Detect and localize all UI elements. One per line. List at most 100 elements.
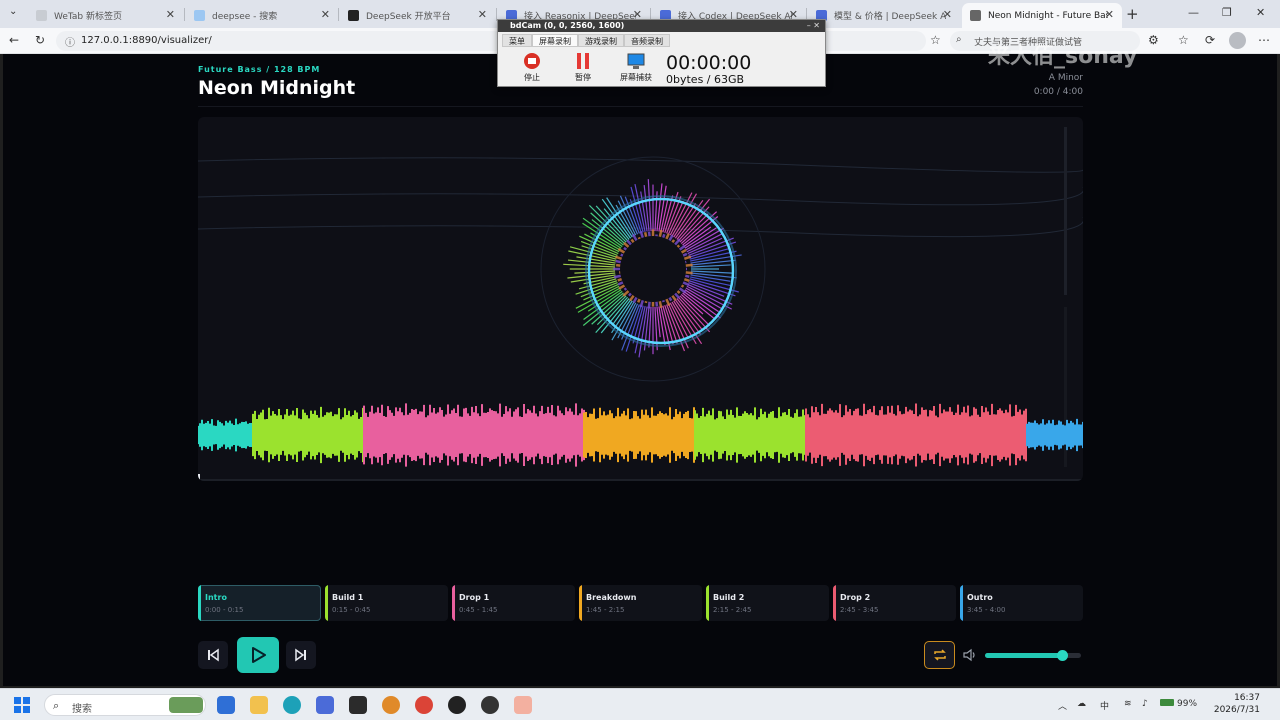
volume-knob[interactable] xyxy=(1056,650,1068,661)
section-card-intro[interactable]: Intro 0:00 - 0:15 xyxy=(198,585,321,621)
more-menu-icon[interactable]: ⋯ xyxy=(1258,33,1270,47)
watermark: 来大佰_sonay xyxy=(988,44,1138,69)
header-divider xyxy=(198,106,1083,107)
background-wave-line xyxy=(198,157,1083,173)
back-arrow-icon[interactable]: ← xyxy=(9,33,19,47)
reload-icon[interactable]: ↻ xyxy=(35,33,45,47)
tab-close-icon[interactable]: ✕ xyxy=(478,8,487,21)
close-window-button[interactable]: ✕ xyxy=(1256,6,1265,19)
section-range: 2:45 - 3:45 xyxy=(840,606,879,614)
volume-icon[interactable] xyxy=(963,648,979,662)
previous-button[interactable] xyxy=(198,641,228,669)
favorites-icon[interactable]: ☆ xyxy=(1178,33,1189,47)
battery-indicator[interactable]: 99% xyxy=(1160,699,1197,709)
visualizer-graphic xyxy=(198,127,1083,481)
bookmark-star-icon[interactable]: ☆ xyxy=(930,33,941,47)
cloud-icon[interactable]: ☁ xyxy=(1077,699,1086,709)
play-button[interactable] xyxy=(237,637,279,673)
browser-tab[interactable]: Neon Midnight - Future Bass ✕ xyxy=(962,3,1122,28)
windows-start-icon[interactable] xyxy=(14,697,30,713)
spectrum-ray xyxy=(690,264,731,268)
pause-record-button[interactable]: 暂停 xyxy=(563,52,603,83)
tab-close-icon[interactable]: ✕ xyxy=(943,8,952,21)
track-title: Neon Midnight xyxy=(198,77,356,99)
spectrum-ray xyxy=(656,183,663,232)
next-button[interactable] xyxy=(286,641,316,669)
browser-tab[interactable]: 模型 & 价格 | DeepSeek API ✕ xyxy=(808,3,960,28)
recorder-tab[interactable]: 游戏录制 xyxy=(578,34,624,47)
visualizer-canvas[interactable] xyxy=(198,117,1083,481)
wifi-icon[interactable]: ≋ xyxy=(1124,699,1132,709)
deepseek-app-icon[interactable] xyxy=(316,696,334,714)
qq-icon[interactable] xyxy=(481,696,499,714)
recorder-tab[interactable]: 屏幕录制 xyxy=(532,34,578,47)
speaker-icon[interactable]: ♪ xyxy=(1142,699,1148,709)
tab-close-icon[interactable]: ✕ xyxy=(1105,8,1114,21)
center-hole xyxy=(620,236,686,302)
media-player-icon[interactable] xyxy=(448,696,466,714)
section-card-outro[interactable]: Outro 3:45 - 4:00 xyxy=(960,585,1083,621)
tray-chevron-icon[interactable]: ︿ xyxy=(1058,699,1067,712)
progress-track xyxy=(198,479,1083,481)
new-tab-button[interactable]: + xyxy=(1126,5,1139,23)
waveform-band xyxy=(694,407,806,463)
browser-tab[interactable]: deepsee - 搜索 ✕ xyxy=(186,3,338,28)
scroll-track xyxy=(1064,127,1067,295)
recorder-tab[interactable]: 音频录制 xyxy=(624,34,670,47)
section-card-drop-1[interactable]: Drop 1 0:45 - 1:45 xyxy=(452,585,575,621)
recorder-tab[interactable]: 菜单 xyxy=(502,34,532,47)
screen-capture-button[interactable]: 屏幕捕获 xyxy=(616,52,656,83)
store-app-icon[interactable] xyxy=(217,696,235,714)
genre-bpm-label: Future Bass / 128 BPM xyxy=(198,65,321,74)
bdcam-taskbar-icon[interactable] xyxy=(514,696,532,714)
file-explorer-icon[interactable] xyxy=(250,696,268,714)
spectrum-ray xyxy=(690,270,733,274)
site-info-icon[interactable]: ⓘ xyxy=(65,34,75,49)
collections-icon[interactable]: ⟳ xyxy=(1205,33,1215,47)
chrome-icon[interactable] xyxy=(415,696,433,714)
waveform-band xyxy=(252,406,364,464)
waveform-band xyxy=(805,403,1027,467)
tab-close-icon[interactable]: ✕ xyxy=(321,8,330,21)
extensions-icon[interactable]: ⚙ xyxy=(1148,33,1159,47)
tab-list-chevron-icon[interactable]: ⌄ xyxy=(9,6,17,17)
tab-favicon-icon xyxy=(36,10,47,21)
url-text: 127.0.0.1:8890/visualizer/ xyxy=(81,35,212,46)
section-card-build-1[interactable]: Build 1 0:15 - 0:45 xyxy=(325,585,448,621)
stop-record-button[interactable]: 停止 xyxy=(512,52,552,83)
capture-label: 屏幕捕获 xyxy=(620,73,652,82)
tab-label: WeTab 新标签页 xyxy=(54,12,123,22)
profile-avatar[interactable] xyxy=(1229,32,1246,49)
browser-tab[interactable]: DeepSeek 开放平台 ✕ xyxy=(340,3,495,28)
section-card-drop-2[interactable]: Drop 2 2:45 - 3:45 xyxy=(833,585,956,621)
battery-percent: 99% xyxy=(1177,699,1198,709)
skip-forward-icon xyxy=(295,648,306,662)
section-name: Breakdown xyxy=(586,593,637,602)
loop-toggle-button[interactable] xyxy=(924,641,955,669)
section-card-breakdown[interactable]: Breakdown 1:45 - 2:15 xyxy=(579,585,702,621)
section-color-bar xyxy=(452,585,455,621)
play-icon xyxy=(252,647,266,663)
recorder-window-buttons[interactable]: – ✕ xyxy=(807,20,820,32)
edge-browser-icon[interactable] xyxy=(283,696,301,714)
waveform-band xyxy=(363,403,585,467)
section-card-build-2[interactable]: Build 2 2:15 - 2:45 xyxy=(706,585,829,621)
tab-favicon-icon xyxy=(348,10,359,21)
restore-button[interactable]: ❐ xyxy=(1222,6,1232,19)
volume-slider[interactable] xyxy=(985,650,1081,661)
claude-app-icon[interactable] xyxy=(382,696,400,714)
taskbar-clock[interactable]: 16:37 2026/7/31 xyxy=(1200,692,1260,716)
spectrum-ray xyxy=(690,259,736,266)
tab-label: deepsee - 搜索 xyxy=(212,12,278,22)
section-name: Drop 2 xyxy=(840,593,871,602)
minimize-button[interactable]: — xyxy=(1188,6,1199,19)
waveform-band xyxy=(198,418,253,452)
terminal-icon[interactable] xyxy=(349,696,367,714)
spectrum-ray xyxy=(654,191,658,232)
tab-close-icon[interactable]: ✕ xyxy=(166,8,175,21)
taskbar-search-label: 搜索 xyxy=(72,704,92,715)
ime-indicator[interactable]: 中 xyxy=(1100,699,1109,712)
browser-tab[interactable]: WeTab 新标签页 ✕ xyxy=(28,3,183,28)
tab-separator xyxy=(338,8,339,21)
taskbar-search[interactable]: ⌕ 搜索 xyxy=(44,694,206,716)
